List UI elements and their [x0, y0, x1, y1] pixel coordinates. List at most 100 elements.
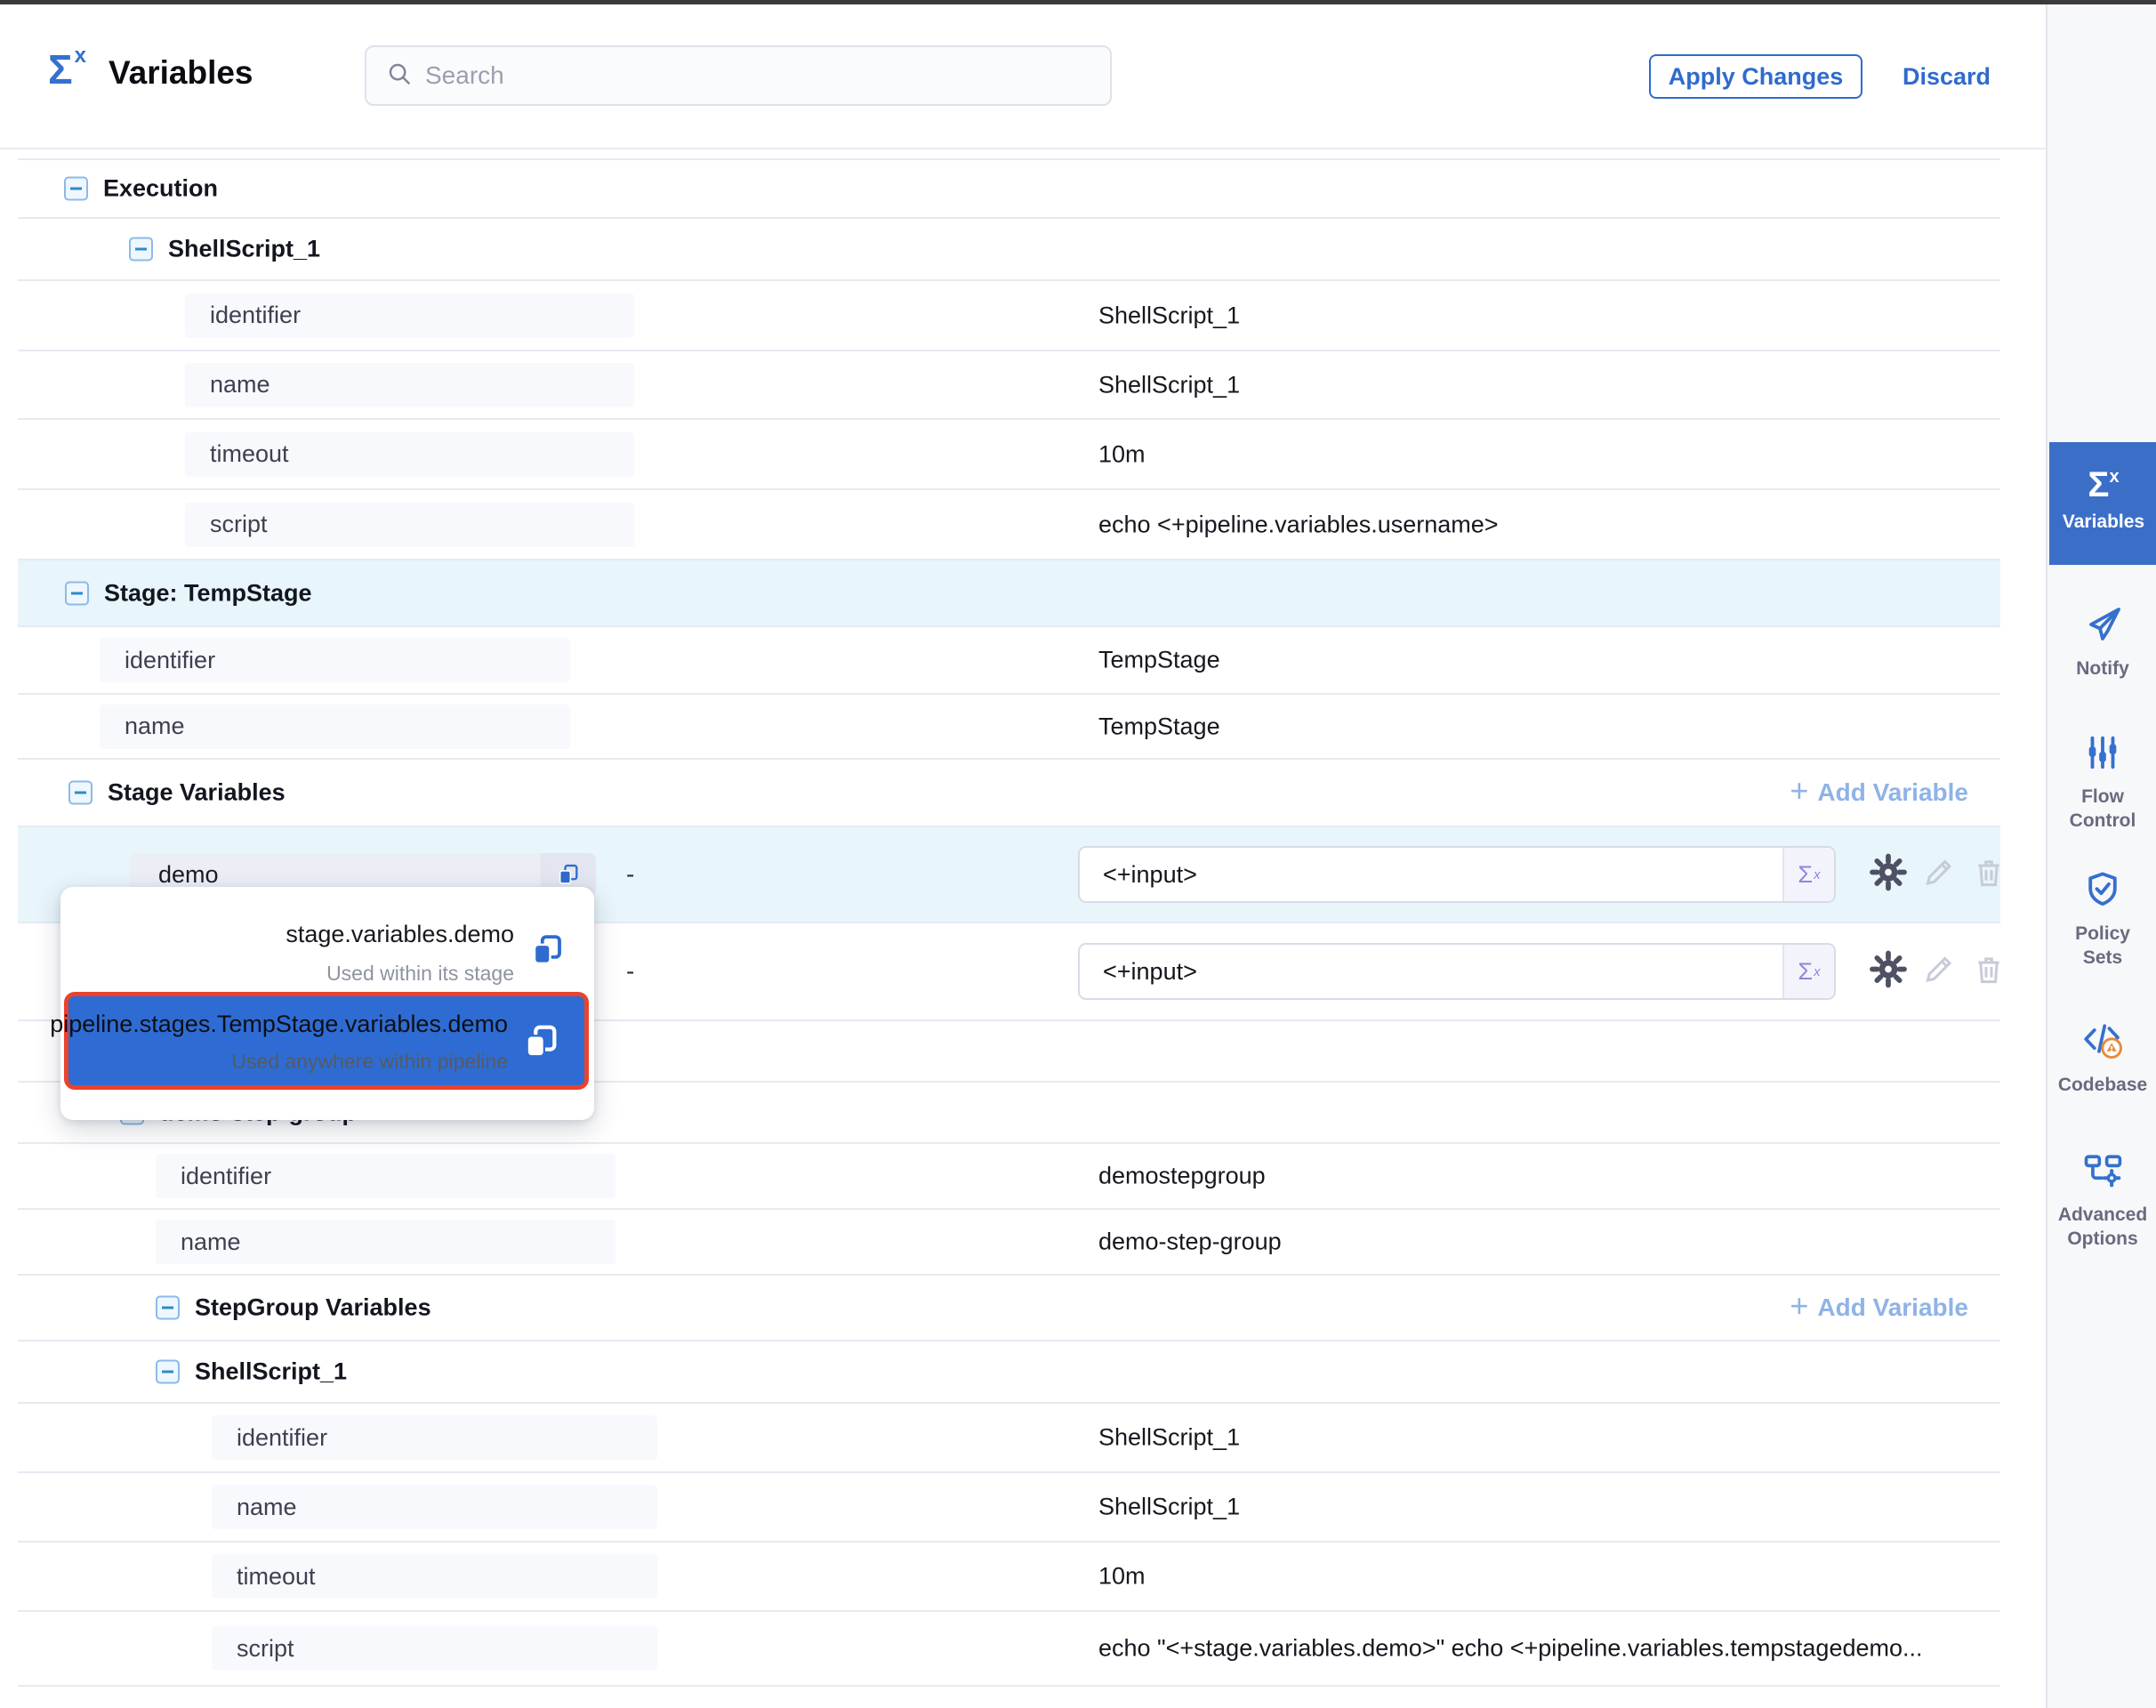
gear-icon	[1868, 852, 1909, 893]
apply-changes-button[interactable]: Apply Changes	[1649, 54, 1862, 99]
row-field-script: script echo <+pipeline.variables.usernam…	[18, 490, 2000, 560]
collapse-icon[interactable]	[68, 781, 93, 805]
sliders-icon	[2082, 732, 2123, 777]
copy-path-button[interactable]	[528, 931, 566, 973]
trash-icon	[1971, 855, 2007, 890]
row-stage-variables: Stage Variables + Add Variable	[18, 760, 2000, 827]
field-value: demostepgroup	[1098, 1163, 1266, 1190]
field-name: name	[156, 1220, 615, 1264]
variables-sigma-logo-icon: Σx	[48, 45, 86, 90]
sidebar-item-notify[interactable]: Notify	[2049, 602, 2156, 681]
row-field-identifier: identifier ShellScript_1	[18, 1404, 2000, 1473]
variable-value-input[interactable]: <+input> Σx	[1078, 943, 1836, 1000]
section-label: Execution	[103, 175, 218, 203]
field-value: ShellScript_1	[1098, 1424, 1240, 1452]
row-shellscript1: ShellScript_1	[18, 219, 2000, 281]
sidebar-item-flow-control[interactable]: FlowControl	[2049, 732, 2156, 833]
row-field-name: name ShellScript_1	[18, 1473, 2000, 1543]
page-title: Variables	[109, 54, 253, 92]
variable-scope-text: Used within its stage	[326, 962, 514, 986]
field-name: script	[185, 503, 634, 547]
field-value: TempStage	[1098, 647, 1220, 674]
expression-toggle-icon[interactable]: Σx	[1782, 945, 1834, 998]
sidebar-item-codebase[interactable]: Codebase	[2049, 1019, 2156, 1097]
field-name: identifier	[100, 638, 570, 682]
row-field-timeout: timeout 10m	[18, 420, 2000, 490]
variables-panel: Σx Variables Search Apply Changes Discar…	[0, 0, 2156, 1708]
variable-delete-button[interactable]	[1971, 855, 2007, 895]
variable-required-dash: -	[626, 957, 634, 986]
variables-sigma-icon: Σx	[2049, 467, 2156, 503]
variable-name: demo	[130, 861, 541, 889]
field-value: ShellScript_1	[1098, 302, 1240, 329]
row-shellscript1-nested: ShellScript_1	[18, 1341, 2000, 1404]
sidebar-item-advanced-options[interactable]: AdvancedOptions	[2049, 1148, 2156, 1251]
search-placeholder: Search	[425, 61, 504, 90]
right-sidebar: Σx Variables Notify FlowControl PolicySe…	[2046, 4, 2156, 1708]
popup-item-pipeline-scope-selected[interactable]: pipeline.stages.TempStage.variables.demo…	[64, 992, 589, 1090]
variable-edit-button[interactable]	[1921, 855, 1957, 895]
gear-icon	[1868, 949, 1909, 990]
field-name: timeout	[185, 432, 634, 477]
collapse-icon[interactable]	[156, 1296, 180, 1320]
plus-icon: +	[1790, 775, 1808, 807]
code-warning-icon	[2081, 1019, 2124, 1066]
paper-plane-icon	[2081, 602, 2124, 649]
row-field-name: name TempStage	[18, 695, 2000, 760]
field-value: echo "<+stage.variables.demo>" echo <+pi…	[1098, 1635, 1923, 1663]
field-value: 10m	[1098, 1563, 1146, 1591]
variable-edit-button[interactable]	[1921, 952, 1957, 992]
add-variable-button[interactable]: + Add Variable	[1790, 778, 1968, 807]
field-value: ShellScript_1	[1098, 1494, 1240, 1521]
popup-item-stage-scope[interactable]: stage.variables.demo Used within its sta…	[60, 887, 594, 994]
collapse-icon[interactable]	[156, 1360, 180, 1384]
row-stage-tempstage: Stage: TempStage	[18, 560, 2000, 627]
collapse-icon[interactable]	[64, 177, 88, 201]
variable-value-input[interactable]: <+input> Σx	[1078, 846, 1836, 903]
field-value: ShellScript_1	[1098, 371, 1240, 399]
collapse-icon[interactable]	[65, 581, 89, 605]
field-name: identifier	[156, 1154, 615, 1198]
section-label: ShellScript_1	[168, 236, 320, 263]
field-value: echo <+pipeline.variables.username>	[1098, 511, 1499, 538]
variable-path-text: stage.variables.demo	[286, 921, 514, 948]
variable-delete-button[interactable]	[1971, 952, 2007, 992]
field-value: TempStage	[1098, 713, 1220, 740]
expression-toggle-icon[interactable]: Σx	[1782, 848, 1834, 901]
copy-icon	[520, 1021, 561, 1062]
search-icon	[386, 60, 413, 92]
row-field-name: name demo-step-group	[18, 1210, 2000, 1276]
discard-button[interactable]: Discard	[1903, 63, 1991, 91]
row-stepgroup-variables: StepGroup Variables + Add Variable	[18, 1276, 2000, 1341]
field-name: timeout	[212, 1554, 657, 1599]
sidebar-item-variables[interactable]: Σx Variables	[2049, 442, 2156, 565]
variable-path-text: pipeline.stages.TempStage.variables.demo	[50, 1011, 508, 1038]
variable-path-popup: stage.variables.demo Used within its sta…	[60, 887, 594, 1120]
copy-path-button[interactable]	[520, 1021, 561, 1067]
row-field-identifier: identifier demostepgroup	[18, 1144, 2000, 1210]
field-name: identifier	[185, 294, 634, 338]
row-field-script: script echo "<+stage.variables.demo>" ec…	[18, 1612, 2000, 1687]
shield-check-icon	[2082, 869, 2123, 914]
field-name: name	[212, 1485, 657, 1529]
sidebar-item-policy-sets[interactable]: PolicySets	[2049, 869, 2156, 970]
field-name: name	[100, 705, 570, 749]
variable-settings-button[interactable]	[1868, 852, 1909, 898]
row-field-identifier: identifier TempStage	[18, 627, 2000, 695]
row-field-name: name ShellScript_1	[18, 351, 2000, 420]
section-label: ShellScript_1	[195, 1358, 347, 1386]
pencil-icon	[1921, 855, 1957, 890]
variable-required-dash: -	[626, 860, 634, 889]
variable-scope-text: Used anywhere within pipeline	[231, 1050, 508, 1074]
field-value: demo-step-group	[1098, 1229, 1282, 1256]
field-name: script	[212, 1626, 657, 1671]
add-variable-button[interactable]: + Add Variable	[1790, 1293, 1968, 1322]
collapse-icon[interactable]	[129, 238, 153, 262]
plus-icon: +	[1790, 1290, 1808, 1322]
copy-icon	[528, 931, 566, 969]
section-label: Stage: TempStage	[104, 579, 312, 607]
copy-icon	[556, 862, 581, 887]
search-input[interactable]: Search	[365, 45, 1112, 106]
row-field-timeout: timeout 10m	[18, 1543, 2000, 1612]
variable-settings-button[interactable]	[1868, 949, 1909, 995]
